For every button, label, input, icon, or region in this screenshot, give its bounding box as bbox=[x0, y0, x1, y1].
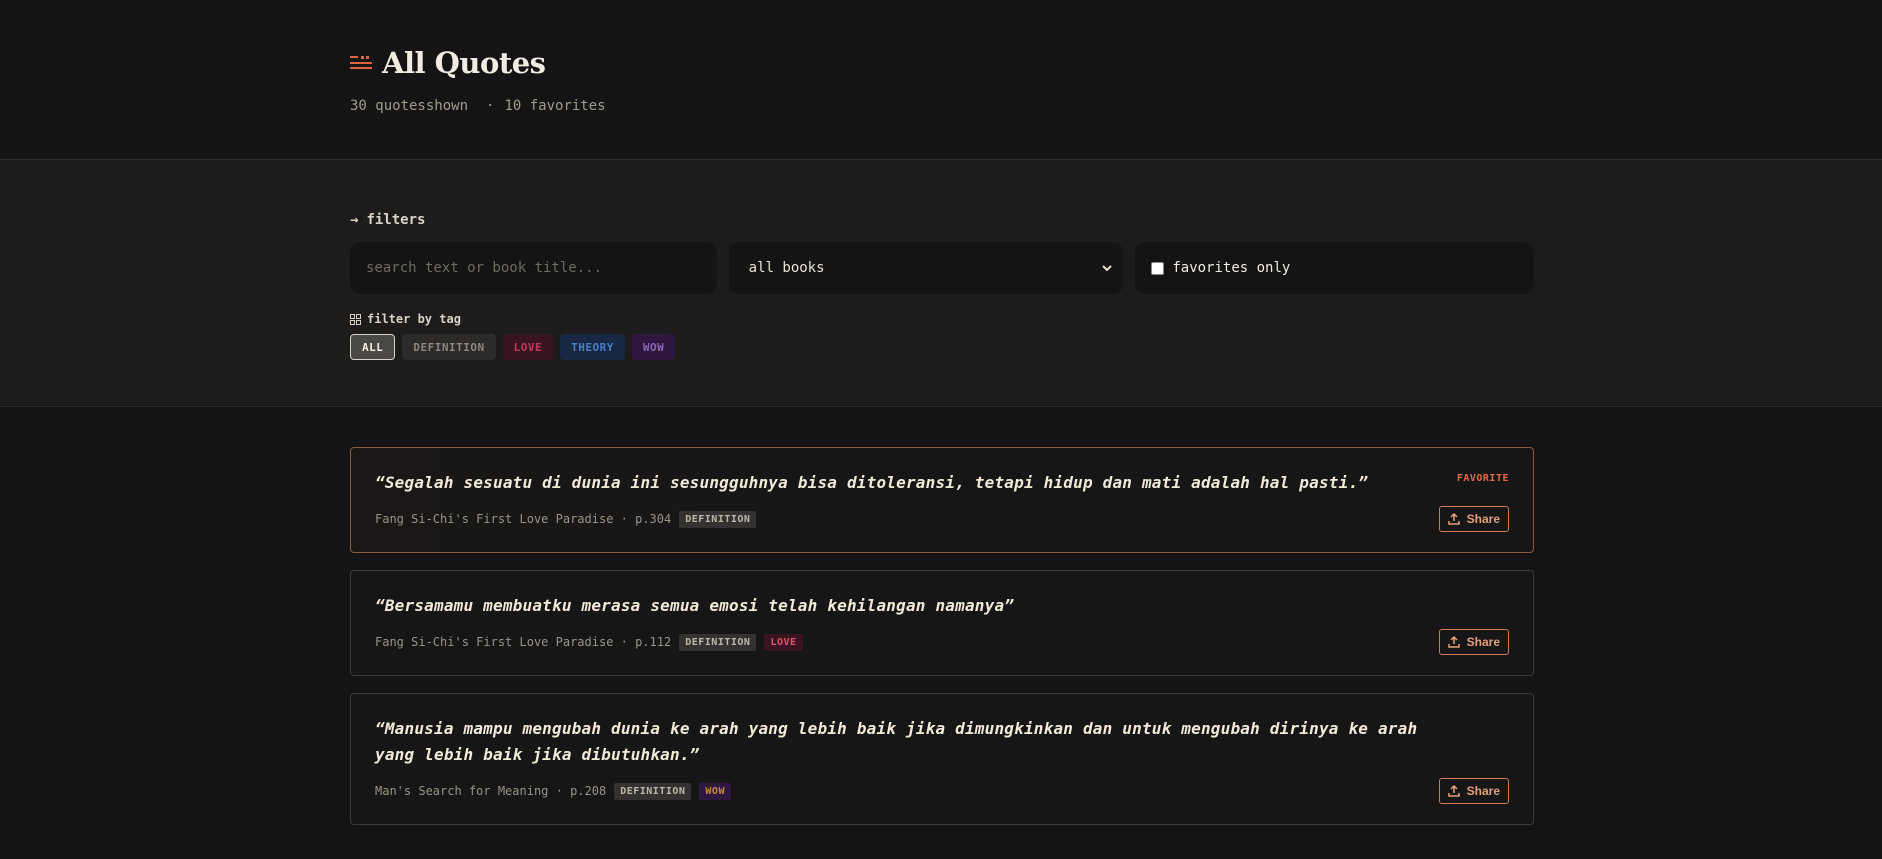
chevron-down-icon bbox=[1102, 265, 1113, 272]
quote-text: “Segalah sesuatu di dunia ini sesungguhn… bbox=[375, 473, 1369, 492]
quote-lines-icon bbox=[350, 54, 372, 72]
arrow-right-icon: → bbox=[350, 212, 359, 228]
upload-icon bbox=[1447, 785, 1460, 797]
quote-text: “Bersamamu membuatku merasa semua emosi … bbox=[375, 596, 1015, 615]
tag-button-love[interactable]: LOVE bbox=[502, 334, 554, 360]
favorites-only-label: favorites only bbox=[1172, 260, 1291, 276]
quote-source: Fang Si-Chi's First Love Paradise · p.30… bbox=[375, 512, 672, 526]
quote-list: FAVORITE “Segalah sesuatu di dunia ini s… bbox=[0, 407, 1882, 825]
tag-button-definition[interactable]: DEFINITION bbox=[402, 334, 496, 360]
favorites-only-toggle[interactable]: favorites only bbox=[1135, 242, 1535, 294]
tag-filter-buttons: ALL DEFINITION LOVE THEORY WOW bbox=[350, 334, 1534, 360]
tag-filter-label: filter by tag bbox=[367, 312, 461, 326]
favorite-badge: FAVORITE bbox=[1456, 473, 1509, 484]
share-label: Share bbox=[1466, 784, 1500, 798]
filters-label: filters bbox=[366, 212, 426, 228]
quote-source: Man's Search for Meaning · p.208 bbox=[375, 784, 607, 798]
filters-panel: → filters all books favorites only bbox=[0, 160, 1882, 407]
tag-button-all[interactable]: ALL bbox=[350, 334, 396, 360]
quote-card: “Manusia mampu mengubah dunia ke arah ya… bbox=[350, 693, 1534, 825]
share-button[interactable]: Share bbox=[1438, 778, 1509, 804]
favorites-only-checkbox[interactable] bbox=[1151, 261, 1165, 275]
upload-icon bbox=[1447, 636, 1460, 648]
share-label: Share bbox=[1466, 635, 1500, 649]
tag-button-theory[interactable]: THEORY bbox=[560, 334, 625, 360]
share-label: Share bbox=[1466, 512, 1500, 526]
tag-chip: LOVE bbox=[764, 633, 803, 651]
upload-icon bbox=[1447, 513, 1460, 525]
share-button[interactable]: Share bbox=[1438, 629, 1509, 655]
share-button[interactable]: Share bbox=[1438, 506, 1509, 532]
search-input[interactable] bbox=[350, 242, 717, 294]
book-select[interactable]: all books bbox=[728, 242, 1124, 294]
quote-card: “Bersamamu membuatku merasa semua emosi … bbox=[350, 570, 1534, 676]
search-field bbox=[350, 242, 717, 294]
separator-dot: · bbox=[486, 98, 495, 114]
tag-chip: WOW bbox=[699, 782, 731, 800]
tag-chip: DEFINITION bbox=[614, 782, 692, 800]
quote-source: Fang Si-Chi's First Love Paradise · p.11… bbox=[375, 635, 672, 649]
tag-chip: DEFINITION bbox=[679, 510, 757, 528]
page-header: All Quotes 30 quotesshown · 10 favorites bbox=[0, 0, 1882, 160]
quote-stats: 30 quotesshown · 10 favorites bbox=[350, 98, 1534, 114]
tag-button-wow[interactable]: WOW bbox=[631, 334, 676, 360]
tag-chip: DEFINITION bbox=[679, 633, 757, 651]
favorites-count: 10 favorites bbox=[504, 98, 606, 114]
filters-heading: → filters bbox=[350, 212, 1534, 228]
tag-filter-heading: filter by tag bbox=[350, 312, 1534, 326]
book-select-value: all books bbox=[748, 260, 825, 276]
quote-count: 30 quotesshown bbox=[350, 98, 469, 114]
quote-text: “Manusia mampu mengubah dunia ke arah ya… bbox=[375, 719, 1418, 764]
quote-card: FAVORITE “Segalah sesuatu di dunia ini s… bbox=[350, 447, 1534, 553]
page-title: All Quotes bbox=[382, 46, 546, 80]
grid-icon bbox=[350, 313, 361, 325]
